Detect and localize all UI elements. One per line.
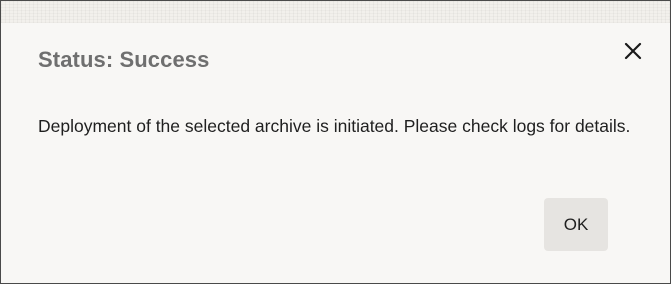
close-icon [624, 42, 642, 60]
dialog-title: Status: Success [38, 47, 210, 72]
ok-button[interactable]: OK [544, 198, 608, 251]
status-dialog: Status: Success Deployment of the select… [0, 0, 671, 284]
background-texture [1, 1, 670, 23]
close-button[interactable] [621, 39, 645, 63]
dialog-message: Deployment of the selected archive is in… [38, 116, 631, 136]
